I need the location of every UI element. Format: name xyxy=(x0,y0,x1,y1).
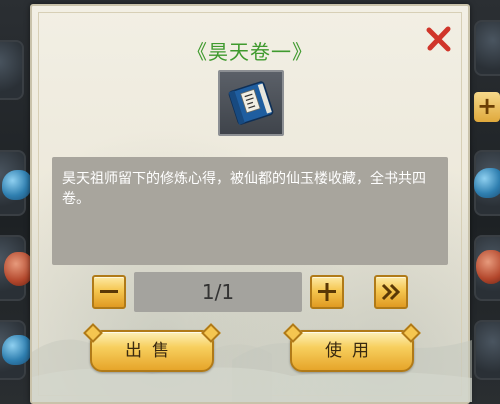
bg-item-slot xyxy=(474,20,500,76)
increase-quantity-button[interactable] xyxy=(310,275,344,309)
bg-blue-gem-icon xyxy=(2,335,32,365)
item-title: 《昊天卷一》 xyxy=(187,40,313,64)
bg-item-slot xyxy=(0,40,24,100)
item-icon-frame xyxy=(218,70,284,136)
use-button[interactable]: 使用 xyxy=(290,330,414,372)
decrease-quantity-button[interactable] xyxy=(92,275,126,309)
bg-blue-gem-icon xyxy=(474,168,500,198)
bg-item-slot xyxy=(474,320,500,380)
sell-button[interactable]: 出售 xyxy=(90,330,214,372)
close-icon xyxy=(426,26,451,52)
item-description: 昊天祖师留下的修炼心得，被仙都的仙玉楼收藏，全书共四卷。 xyxy=(52,157,448,265)
blue-book-icon xyxy=(228,81,274,125)
minus-icon xyxy=(100,290,118,293)
plus-icon xyxy=(318,283,336,301)
double-chevron-right-icon xyxy=(381,283,401,301)
quantity-display: 1/1 xyxy=(134,272,302,312)
bg-plus-icon: + xyxy=(474,92,500,122)
close-button[interactable] xyxy=(424,24,454,54)
bg-red-pot-icon xyxy=(476,250,500,284)
item-detail-dialog: 《昊天卷一》 昊天祖师留下的修炼心得，被仙都的仙玉楼收藏，全书共四卷。 1/1 xyxy=(30,4,472,404)
max-quantity-button[interactable] xyxy=(374,275,408,309)
bg-blue-gem-icon xyxy=(2,170,32,200)
